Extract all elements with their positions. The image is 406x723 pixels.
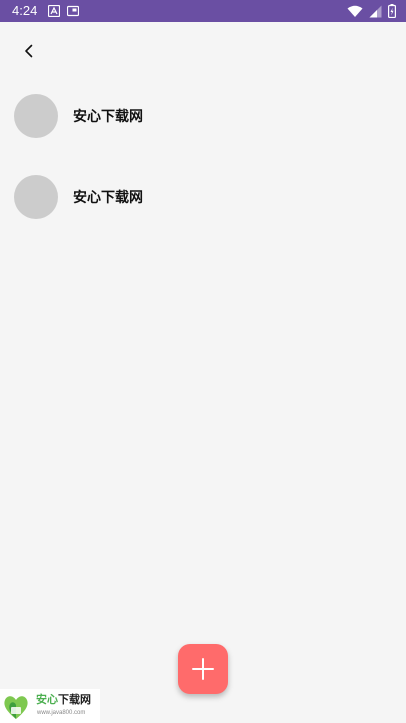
add-button[interactable] [178, 644, 228, 694]
contact-list: 安心下载网 安心下载网 [0, 86, 406, 248]
wifi-icon [347, 5, 363, 17]
watermark-title-accent: 安心 [36, 694, 58, 706]
avatar [14, 175, 58, 219]
status-right-icons [347, 3, 396, 19]
list-item-label: 安心下载网 [73, 108, 143, 124]
chevron-left-icon [25, 44, 33, 58]
avatar [14, 94, 58, 138]
watermark-title: 安心下载网 [36, 694, 91, 707]
status-time: 4:24 [12, 3, 38, 18]
watermark-url: www.java800.com [37, 710, 86, 716]
list-item-label: 安心下载网 [73, 189, 143, 205]
list-item[interactable]: 安心下载网 [0, 86, 406, 167]
watermark-logo [4, 696, 28, 719]
watermark-title-rest: 下载网 [58, 694, 91, 706]
a-notification-icon [48, 5, 60, 17]
watermark: 安心下载网 www.java800.com [0, 689, 100, 723]
plus-icon [192, 658, 214, 680]
back-button[interactable] [14, 36, 44, 66]
list-item[interactable]: 安心下载网 [0, 167, 406, 248]
cell-signal-icon [369, 5, 382, 17]
status-bar: 4:24 [0, 0, 406, 22]
media-notification-icon [67, 5, 79, 17]
battery-charging-icon [388, 4, 396, 18]
